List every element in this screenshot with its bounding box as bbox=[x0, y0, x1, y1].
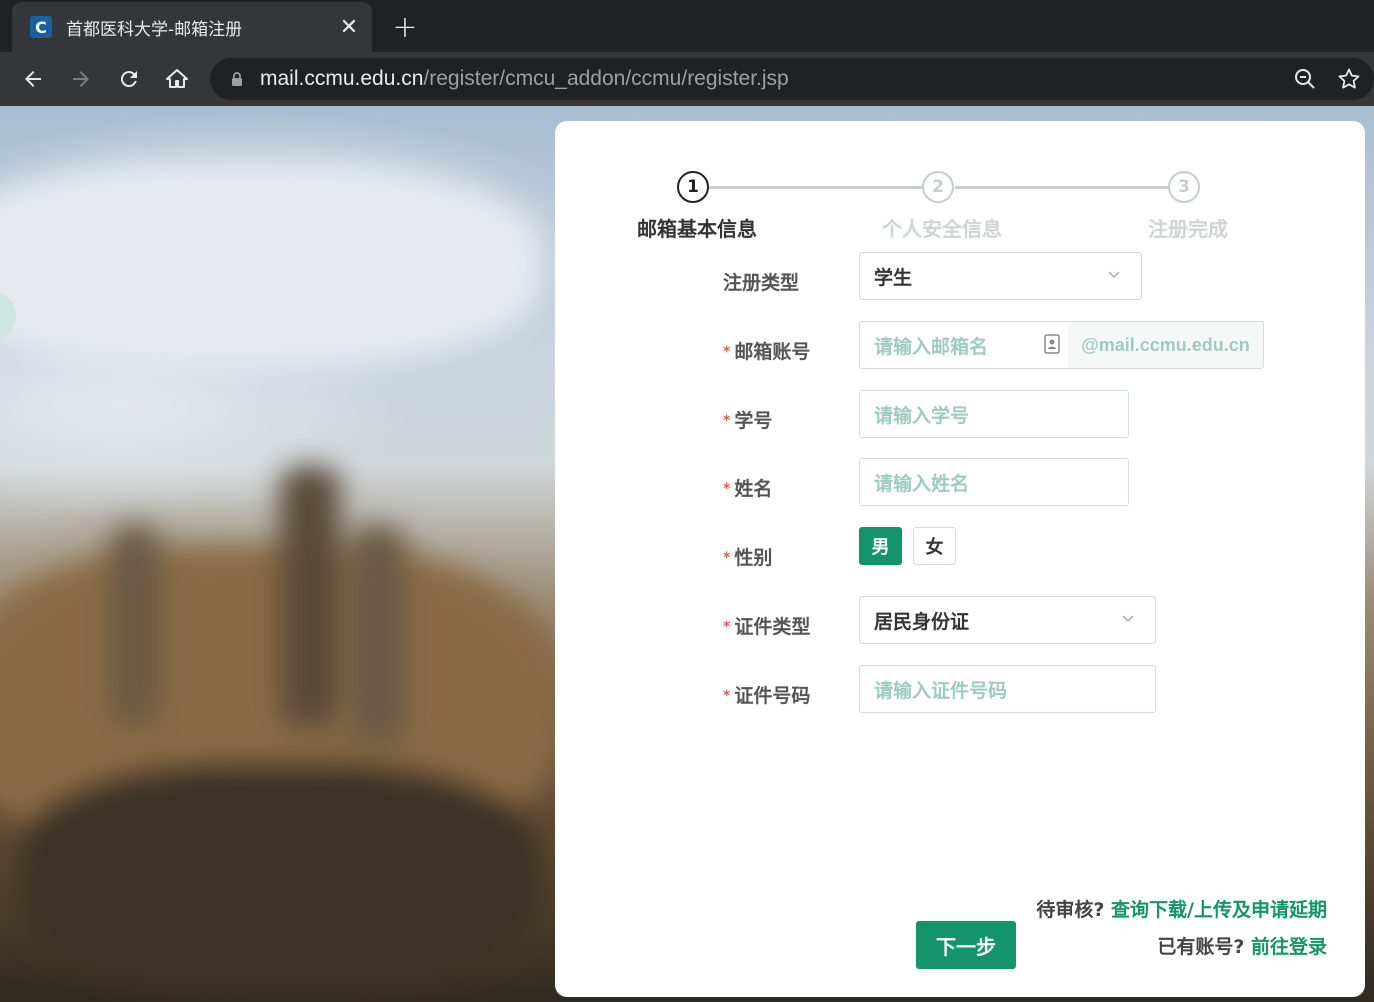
gender-label: * 性别 bbox=[723, 547, 773, 569]
background-clouds bbox=[0, 166, 540, 366]
browser-tabstrip: C 首都医科大学-邮箱注册 ✕ + bbox=[0, 0, 1374, 52]
register-card: 1 2 3 邮箱基本信息 个人安全信息 注册完成 注册类型 学生 * 邮箱账号 请… bbox=[555, 121, 1365, 997]
email-account-placeholder: 请输入邮箱名 bbox=[874, 335, 989, 358]
chevron-down-icon bbox=[1122, 615, 1134, 623]
page-background: 1 2 3 邮箱基本信息 个人安全信息 注册完成 注册类型 学生 * 邮箱账号 请… bbox=[0, 106, 1374, 1002]
bookmark-star-icon[interactable] bbox=[1334, 64, 1364, 94]
close-tab-icon[interactable]: ✕ bbox=[334, 12, 364, 42]
register-type-value: 学生 bbox=[874, 266, 913, 289]
required-mark: * bbox=[723, 619, 731, 635]
login-link[interactable]: 前往登录 bbox=[1251, 936, 1327, 958]
step-connector bbox=[709, 186, 925, 189]
lock-icon bbox=[232, 72, 242, 86]
required-mark: * bbox=[723, 550, 731, 566]
contact-card-icon bbox=[1044, 334, 1060, 354]
email-domain-suffix: @mail.ccmu.edu.cn bbox=[1068, 321, 1264, 369]
name-placeholder: 请输入姓名 bbox=[874, 472, 970, 495]
pending-review-line: 待审核? 查询下载/上传及申请延期 bbox=[1036, 895, 1327, 922]
step-2-circle: 2 bbox=[922, 171, 954, 203]
address-bar[interactable]: mail.ccmu.edu.cn/register/cmcu_addon/ccm… bbox=[210, 58, 1374, 100]
zoom-icon[interactable] bbox=[1290, 64, 1320, 94]
new-tab-icon[interactable]: + bbox=[388, 10, 422, 45]
id-type-label: * 证件类型 bbox=[723, 616, 811, 638]
required-mark: * bbox=[723, 688, 731, 704]
register-type-label: 注册类型 bbox=[723, 272, 800, 294]
register-type-select[interactable]: 学生 bbox=[859, 252, 1142, 300]
email-account-label: * 邮箱账号 bbox=[723, 341, 811, 363]
student-id-input[interactable]: 请输入学号 bbox=[859, 390, 1129, 438]
home-icon[interactable] bbox=[159, 61, 195, 97]
site-favicon-icon: C bbox=[30, 16, 52, 38]
gender-male-button[interactable]: 男 bbox=[859, 527, 902, 565]
url-path: /register/cmcu_addon/ccmu/register.jsp bbox=[423, 67, 789, 90]
step-1-label: 邮箱基本信息 bbox=[637, 217, 757, 241]
id-number-placeholder: 请输入证件号码 bbox=[874, 679, 1008, 702]
pending-review-link[interactable]: 查询下载/上传及申请延期 bbox=[1111, 899, 1327, 921]
email-account-input[interactable]: 请输入邮箱名 bbox=[859, 321, 1069, 369]
gender-female-button[interactable]: 女 bbox=[913, 527, 956, 565]
url-text: mail.ccmu.edu.cn/register/cmcu_addon/ccm… bbox=[260, 67, 789, 91]
back-icon[interactable] bbox=[15, 61, 51, 97]
required-mark: * bbox=[723, 481, 731, 497]
browser-toolbar: mail.ccmu.edu.cn/register/cmcu_addon/ccm… bbox=[0, 52, 1374, 106]
has-account-question: 已有账号? bbox=[1157, 936, 1245, 958]
required-mark: * bbox=[723, 344, 731, 360]
step-1-circle: 1 bbox=[677, 171, 709, 203]
pending-question: 待审核? bbox=[1036, 899, 1105, 921]
id-number-label: * 证件号码 bbox=[723, 685, 811, 707]
id-type-value: 居民身份证 bbox=[874, 610, 970, 633]
background-tower bbox=[110, 526, 160, 726]
forward-icon[interactable] bbox=[63, 61, 99, 97]
name-label: * 姓名 bbox=[723, 478, 773, 500]
reload-icon[interactable] bbox=[111, 61, 147, 97]
step-connector bbox=[955, 186, 1171, 189]
step-2-label: 个人安全信息 bbox=[882, 217, 1002, 241]
chevron-down-icon bbox=[1108, 271, 1120, 279]
next-step-button[interactable]: 下一步 bbox=[916, 921, 1016, 969]
id-number-input[interactable]: 请输入证件号码 bbox=[859, 665, 1156, 713]
browser-tab[interactable]: C 首都医科大学-邮箱注册 ✕ bbox=[12, 2, 372, 52]
step-3-label: 注册完成 bbox=[1148, 217, 1228, 241]
name-input[interactable]: 请输入姓名 bbox=[859, 458, 1129, 506]
background-arches bbox=[20, 766, 540, 986]
tab-title: 首都医科大学-邮箱注册 bbox=[66, 19, 243, 40]
required-mark: * bbox=[723, 413, 731, 429]
url-host: mail.ccmu.edu.cn bbox=[260, 67, 424, 90]
student-id-label: * 学号 bbox=[723, 410, 773, 432]
id-type-select[interactable]: 居民身份证 bbox=[859, 596, 1156, 644]
login-line: 已有账号? 前往登录 bbox=[1157, 932, 1327, 959]
student-id-placeholder: 请输入学号 bbox=[874, 404, 970, 427]
background-tower bbox=[280, 466, 340, 726]
step-3-circle: 3 bbox=[1168, 171, 1200, 203]
background-tower bbox=[350, 526, 405, 746]
